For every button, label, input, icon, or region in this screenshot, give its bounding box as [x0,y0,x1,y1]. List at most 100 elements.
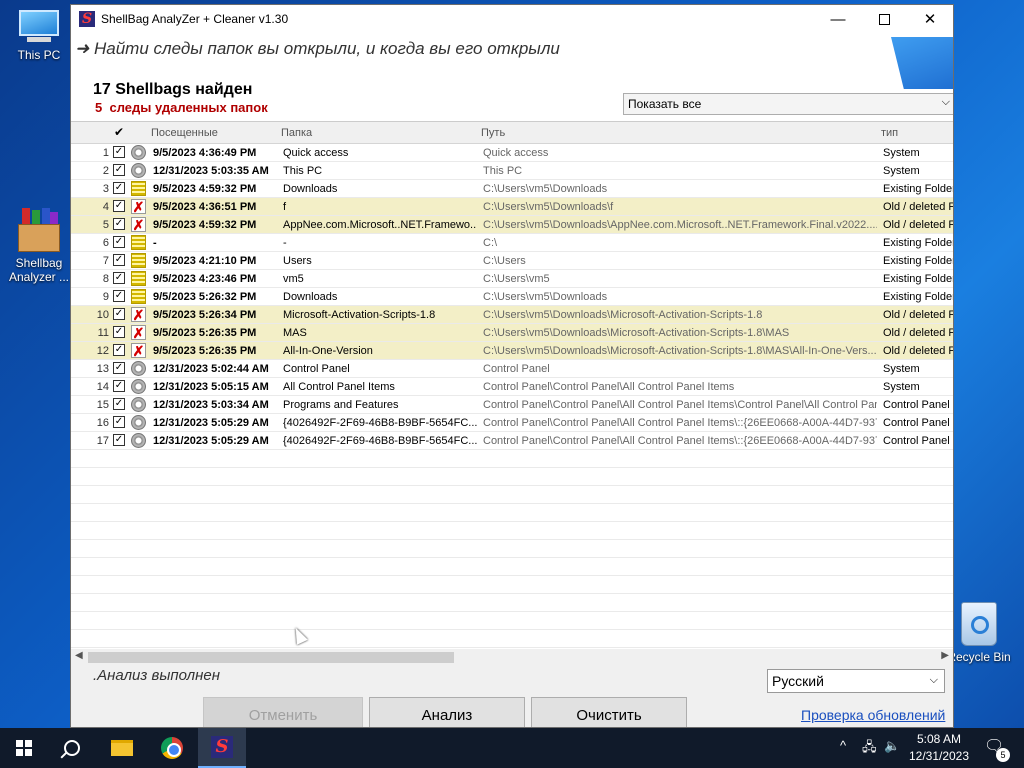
row-number: 12 [96,345,109,357]
row-path: C:\Users\vm5\Downloads\Microsoft-Activat… [483,309,763,321]
column-header-visited[interactable]: Посещенные [151,127,218,139]
row-number: 1 [102,147,109,159]
row-number: 14 [96,381,109,393]
desktop-icon-this-pc[interactable]: This PC [2,10,76,62]
column-header-path[interactable]: Путь [481,127,505,139]
network-icon[interactable]: 🖧 [862,738,877,760]
row-checkbox[interactable]: ✓ [113,362,125,374]
table-row[interactable]: 2 ✓ 12/31/2023 5:03:35 AM This PC This PC Sys… [71,162,953,180]
row-visited-date: 12/31/2023 5:05:15 AM [153,381,269,393]
row-checkbox[interactable]: ✓ [113,434,125,446]
title-bar[interactable]: S ShellBag AnalyZer + Cleaner v1.30 — ✕ [71,5,953,33]
row-checkbox[interactable]: ✓ [113,218,125,230]
horizontal-scrollbar[interactable]: ◀ ▶ [71,649,953,666]
language-select[interactable]: Русский ⌵ [767,669,945,693]
folder-icon [131,235,146,250]
table-row[interactable]: 15 ✓ 12/31/2023 5:03:34 AM Programs and Fea… [71,396,953,414]
row-visited-date: 9/5/2023 4:59:32 PM [153,219,257,231]
row-number: 5 [102,219,109,231]
table-row[interactable]: 8 ✓ 9/5/2023 4:23:46 PM vm5 C:\Users\vm5 Exis… [71,270,953,288]
folder-icon [131,253,146,268]
row-type: Existing Folders [883,237,954,249]
row-type: Old / deleted Fo [883,219,954,231]
filter-select[interactable]: Показать все ⌵ [623,93,953,115]
row-folder: Programs and Features [283,399,399,411]
row-checkbox[interactable]: ✓ [113,398,125,410]
table-row[interactable]: 10 ✓ ✗ 9/5/2023 5:26:34 PM Microsoft-Activat… [71,306,954,324]
taskbar-file-explorer[interactable] [98,728,146,768]
row-type: Control Panel [883,399,950,411]
check-all-header[interactable]: ✔ [114,125,124,139]
row-folder: - [283,237,287,249]
row-checkbox[interactable]: ✓ [113,182,125,194]
scroll-left-arrow-icon[interactable]: ◀ [75,650,83,661]
column-header-type[interactable]: тип [881,127,898,139]
column-header-folder[interactable]: Папка [281,127,312,139]
row-checkbox[interactable]: ✓ [113,200,125,212]
row-type: Existing Folders [883,183,954,195]
table-row[interactable]: 11 ✓ ✗ 9/5/2023 5:26:35 PM MAS C:\Users\vm5\D… [71,324,953,342]
table-row[interactable]: 16 ✓ 12/31/2023 5:05:29 AM {4026492F-2F69-4… [71,414,953,432]
table-row[interactable]: 17 ✓ 12/31/2023 5:05:29 AM {4026492F-2F69-4… [71,432,953,450]
volume-muted-icon[interactable]: 🔈 [884,738,900,754]
row-number: 2 [102,165,109,177]
cancel-button[interactable]: Отменить [203,697,363,727]
clean-button[interactable]: Очистить [531,697,687,727]
analyze-button[interactable]: Анализ [369,697,525,727]
row-checkbox[interactable]: ✓ [113,290,125,302]
row-path: Control Panel [483,363,550,375]
row-checkbox[interactable]: ✓ [113,416,125,428]
table-row[interactable]: 12 ✓ ✗ 9/5/2023 5:26:35 PM All-In-One-Versio… [71,342,953,360]
close-button[interactable]: ✕ [907,5,953,33]
row-visited-date: - [153,237,157,249]
shellbags-count-title: 17 Shellbags найден [93,81,253,98]
row-checkbox[interactable]: ✓ [113,344,125,356]
table-row[interactable]: 13 ✓ 12/31/2023 5:02:44 AM Control Panel Con… [71,360,953,378]
row-checkbox[interactable]: ✓ [113,272,125,284]
scrollbar-thumb[interactable] [88,652,454,663]
maximize-button[interactable] [861,5,907,33]
scroll-right-arrow-icon[interactable]: ▶ [941,650,949,661]
table-row[interactable]: 14 ✓ 12/31/2023 5:05:15 AM All Control Pane… [71,378,953,396]
row-checkbox[interactable]: ✓ [113,380,125,392]
taskbar-chrome[interactable] [148,728,196,768]
row-type: Old / deleted Fo [883,309,954,321]
status-text: .Анализ выполнен [93,667,220,684]
row-path: Control Panel\Control Panel\All Control … [483,381,735,393]
table-row[interactable]: 1 ✓ 9/5/2023 4:36:49 PM Quick access Quick a… [71,144,953,162]
deleted-folder-icon: ✗ [131,307,146,322]
chevron-up-icon[interactable]: ^ [840,738,846,753]
minimize-button[interactable]: — [815,5,861,33]
desktop-icon-shellbag-analyzer[interactable]: Shellbag Analyzer ... [2,206,76,284]
decorative-logo-shape [891,37,953,89]
table-row[interactable]: 4 ✓ ✗ 9/5/2023 4:36:51 PM f C:\Users\vm5\Down… [71,198,954,216]
start-button[interactable] [0,728,48,768]
row-number: 16 [96,417,109,429]
search-button[interactable] [48,728,96,768]
shellbag-list[interactable]: ✔ Посещенные Папка Путь тип 1 ✓ 9/5/2023 4… [71,121,954,649]
row-type: Old / deleted Fo [883,201,954,213]
row-type: Control Panel [883,417,950,429]
table-row[interactable]: 7 ✓ 9/5/2023 4:21:10 PM Users C:\Users Existi… [71,252,953,270]
system-gear-icon [131,415,146,430]
table-row[interactable]: 3 ✓ 9/5/2023 4:59:32 PM Downloads C:\Users\v… [71,180,954,198]
row-checkbox[interactable]: ✓ [113,146,125,158]
row-checkbox[interactable]: ✓ [113,254,125,266]
installer-box-icon [16,206,62,252]
row-path: C:\Users\vm5\Downloads\Microsoft-Activat… [483,327,790,339]
desktop-icon-label: Recycle Bin [947,650,1011,664]
row-checkbox[interactable]: ✓ [113,326,125,338]
row-checkbox[interactable]: ✓ [113,164,125,176]
row-number: 13 [96,363,109,375]
taskbar-clock[interactable]: 5:08 AM 12/31/2023 [904,731,974,765]
search-icon [64,740,80,756]
row-checkbox[interactable]: ✓ [113,308,125,320]
row-checkbox[interactable]: ✓ [113,236,125,248]
taskbar-shellbag-analyzer[interactable]: S [198,728,246,768]
system-gear-icon [131,433,146,448]
check-updates-link[interactable]: Проверка обновлений [801,707,945,723]
table-row[interactable]: 5 ✓ ✗ 9/5/2023 4:59:32 PM AppNee.com.Microso… [71,216,954,234]
row-visited-date: 12/31/2023 5:05:29 AM [153,417,269,429]
table-row[interactable]: 9 ✓ 9/5/2023 5:26:32 PM Downloads C:\Users\v… [71,288,953,306]
table-row[interactable]: 6 ✓ - - C:\ Existing Folders [71,234,954,252]
